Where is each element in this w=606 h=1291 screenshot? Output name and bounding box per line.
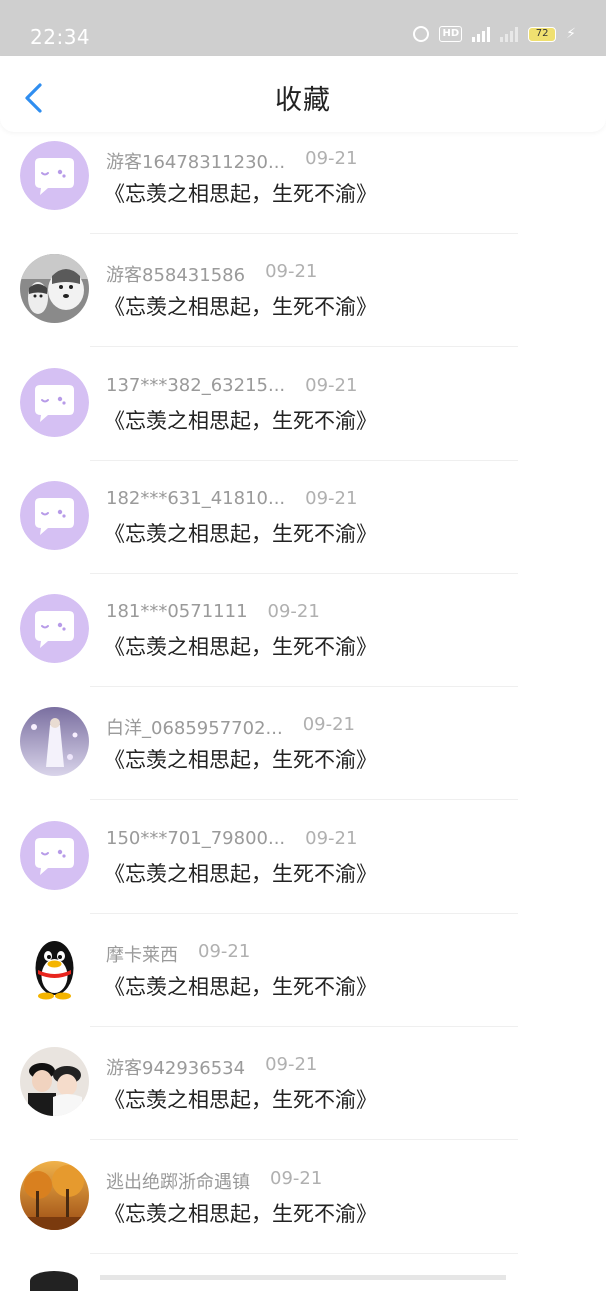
signal-icon <box>472 26 491 42</box>
favorites-list: 游客16478311230... 09-21 《忘羡之相思起，生死不渝》 游客858… <box>0 132 606 1265</box>
item-date: 09-21 <box>305 148 358 169</box>
item-date: 09-21 <box>265 261 318 283</box>
username: 182***631_41810... <box>106 487 286 509</box>
penguin-avatar[interactable] <box>20 934 89 1004</box>
story-title[interactable]: 《忘羡之相思起，生死不渝》 <box>104 405 377 435</box>
list-item[interactable]: 182***631_41810... 09-21 《忘羡之相思起，生死不渝》 <box>0 472 606 585</box>
hd-icon: HD <box>439 26 463 42</box>
default-chat-avatar[interactable] <box>20 141 89 210</box>
battery-icon: 72 <box>528 26 557 42</box>
page-title: 收藏 <box>275 85 331 116</box>
item-date: 09-21 <box>198 941 251 963</box>
partial-avatar <box>30 1271 78 1291</box>
story-title[interactable]: 《忘羡之相思起，生死不渝》 <box>104 631 377 661</box>
list-item[interactable]: 逃出绝踯浙命遇镇 09-21 《忘羡之相思起，生死不渝》 <box>0 1152 606 1265</box>
white-dress-avatar[interactable] <box>20 707 89 777</box>
story-title[interactable]: 《忘羡之相思起，生死不渝》 <box>104 518 377 548</box>
username: 150***701_79800... <box>106 827 286 849</box>
default-chat-avatar[interactable] <box>20 367 89 437</box>
autumn-trees-avatar[interactable] <box>20 1160 89 1230</box>
husky-dog-avatar[interactable] <box>20 254 89 324</box>
default-chat-avatar[interactable] <box>20 820 89 890</box>
default-chat-avatar[interactable] <box>20 480 89 550</box>
item-date: 09-21 <box>305 374 358 396</box>
list-item[interactable]: 181***0571111 09-21 《忘羡之相思起，生死不渝》 <box>0 585 606 698</box>
item-date: 09-21 <box>267 601 320 623</box>
divider <box>90 1026 518 1028</box>
list-item[interactable]: 150***701_79800... 09-21 《忘羡之相思起，生死不渝》 <box>0 812 606 925</box>
divider <box>90 1252 518 1254</box>
charging-icon: ⚡ <box>566 26 576 42</box>
story-title[interactable]: 《忘羡之相思起，生死不渝》 <box>104 858 377 888</box>
story-title[interactable]: 《忘羡之相思起，生死不渝》 <box>104 291 377 321</box>
list-item[interactable]: 游客16478311230... 09-21 《忘羡之相思起，生死不渝》 <box>0 132 606 245</box>
username: 白洋_0685957702... <box>106 718 283 740</box>
item-meta: 白洋_0685957702... 09-21 <box>106 714 355 740</box>
status-icons: HD 72 ⚡ <box>413 26 576 42</box>
item-meta: 游客858431586 09-21 <box>106 261 317 287</box>
header-bar: 收藏 <box>0 56 606 132</box>
divider <box>90 912 518 914</box>
item-date: 09-21 <box>302 714 355 736</box>
username: 游客858431586 <box>106 265 246 287</box>
list-item[interactable]: 137***382_63215... 09-21 《忘羡之相思起，生死不渝》 <box>0 359 606 472</box>
item-date: 09-21 <box>305 487 358 509</box>
item-date: 09-21 <box>305 827 358 849</box>
divider <box>90 1139 518 1141</box>
username: 137***382_63215... <box>106 374 286 396</box>
alarm-icon <box>413 26 430 42</box>
item-meta: 150***701_79800... 09-21 <box>106 828 357 849</box>
list-item[interactable]: 游客858431586 09-21 《忘羡之相思起，生死不渝》 <box>0 245 606 358</box>
item-meta: 游客942936534 09-21 <box>106 1054 317 1080</box>
divider <box>90 799 518 801</box>
username: 181***0571111 <box>106 601 248 623</box>
list-item[interactable]: 摩卡莱西 09-21 《忘羡之相思起，生死不渝》 <box>0 925 606 1038</box>
list-item[interactable]: 白洋_0685957702... 09-21 《忘羡之相思起，生死不渝》 <box>0 698 606 811</box>
divider <box>90 572 518 574</box>
item-meta: 游客16478311230... 09-21 <box>106 148 357 174</box>
username: 游客942936534 <box>106 1058 246 1080</box>
divider <box>90 233 518 234</box>
partial-item-strip <box>100 1275 506 1280</box>
username: 摩卡莱西 <box>106 945 178 967</box>
couple-photo-avatar[interactable] <box>20 1047 89 1117</box>
divider <box>90 346 518 348</box>
story-title[interactable]: 《忘羡之相思起，生死不渝》 <box>104 744 377 774</box>
status-time: 22:34 <box>30 25 91 49</box>
divider <box>90 686 518 688</box>
default-chat-avatar[interactable] <box>20 594 89 664</box>
item-meta: 137***382_63215... 09-21 <box>106 375 357 396</box>
story-title[interactable]: 《忘羡之相思起，生死不渝》 <box>104 178 377 208</box>
story-title[interactable]: 《忘羡之相思起，生死不渝》 <box>104 1084 377 1114</box>
item-meta: 摩卡莱西 09-21 <box>106 941 250 967</box>
username: 游客16478311230... <box>106 152 286 173</box>
story-title[interactable]: 《忘羡之相思起，生死不渝》 <box>104 1198 377 1228</box>
signal-secondary-icon <box>500 26 519 42</box>
item-meta: 181***0571111 09-21 <box>106 601 320 622</box>
item-date: 09-21 <box>265 1054 318 1076</box>
username: 逃出绝踯浙命遇镇 <box>106 1171 250 1193</box>
divider <box>90 459 518 461</box>
item-date: 09-21 <box>270 1167 323 1189</box>
story-title[interactable]: 《忘羡之相思起，生死不渝》 <box>104 971 377 1001</box>
status-bar: 22:34 HD 72 ⚡ <box>0 0 606 56</box>
item-meta: 182***631_41810... 09-21 <box>106 488 357 509</box>
list-item[interactable]: 游客942936534 09-21 《忘羡之相思起，生死不渝》 <box>0 1038 606 1151</box>
item-meta: 逃出绝踯浙命遇镇 09-21 <box>106 1168 322 1194</box>
